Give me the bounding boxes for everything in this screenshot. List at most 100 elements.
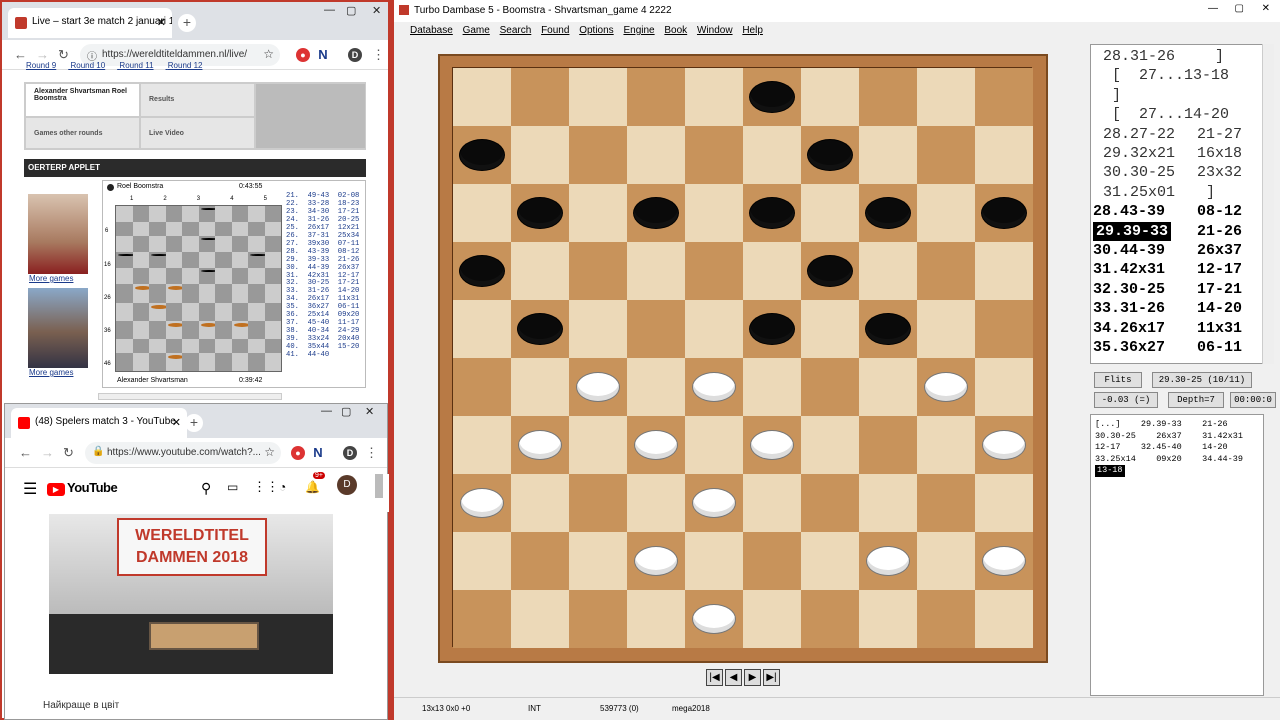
messages-icon[interactable]: ◔: [279, 480, 286, 494]
white-piece[interactable]: [460, 488, 504, 518]
video-camera-icon[interactable]: ▭: [227, 480, 238, 494]
maximize-icon[interactable]: ▢: [1235, 3, 1244, 14]
board-square[interactable]: [917, 68, 975, 126]
board-square[interactable]: [511, 590, 569, 648]
board-square[interactable]: [569, 242, 627, 300]
mini-square[interactable]: [231, 222, 248, 237]
board-square[interactable]: [569, 184, 627, 242]
mini-square[interactable]: [116, 252, 135, 269]
black-piece[interactable]: [808, 256, 852, 286]
round-link[interactable]: Round 11: [119, 61, 153, 70]
search-icon[interactable]: ⚲: [201, 480, 211, 497]
board-square[interactable]: [859, 184, 917, 242]
board-square[interactable]: [569, 532, 627, 590]
mini-square[interactable]: [215, 236, 232, 253]
mini-square[interactable]: [132, 222, 149, 237]
board-square[interactable]: [627, 184, 685, 242]
black-piece[interactable]: [460, 140, 504, 170]
menu-kebab-icon[interactable]: ⋮: [365, 445, 378, 461]
bookmark-star-icon[interactable]: ☆: [263, 47, 274, 61]
board-square[interactable]: [569, 358, 627, 416]
mini-square[interactable]: [182, 268, 199, 285]
white-piece[interactable]: [982, 546, 1026, 576]
horizontal-scrollbar[interactable]: [98, 393, 282, 400]
white-piece[interactable]: [982, 430, 1026, 460]
mini-square[interactable]: [165, 320, 184, 339]
board-square[interactable]: [453, 532, 511, 590]
board-square[interactable]: [569, 126, 627, 184]
maximize-icon[interactable]: ▢: [346, 4, 356, 17]
board-square[interactable]: [453, 300, 511, 358]
forward-icon[interactable]: →: [36, 47, 49, 62]
mini-square[interactable]: [149, 284, 166, 303]
menu-options[interactable]: Options: [579, 25, 613, 36]
mini-square[interactable]: [116, 206, 133, 223]
mini-square[interactable]: [231, 284, 248, 303]
checkers-board[interactable]: [452, 67, 1033, 648]
board-square[interactable]: [917, 126, 975, 184]
avatar[interactable]: D: [343, 446, 357, 460]
board-square[interactable]: [685, 126, 743, 184]
notation-line[interactable]: 30.30-25 23x32: [1091, 163, 1263, 182]
mini-square[interactable]: [116, 222, 133, 237]
board-square[interactable]: [511, 416, 569, 474]
mini-square[interactable]: [165, 252, 182, 269]
menu-engine[interactable]: Engine: [623, 25, 654, 36]
notation-line[interactable]: 35.36x27 06-11: [1091, 338, 1263, 357]
mini-square[interactable]: [248, 284, 265, 303]
white-piece[interactable]: [576, 372, 620, 402]
hamburger-menu-icon[interactable]: ☰: [23, 479, 37, 499]
board-square[interactable]: [627, 590, 685, 648]
mini-square[interactable]: [116, 302, 133, 321]
board-square[interactable]: [801, 184, 859, 242]
reload-icon[interactable]: ↻: [63, 445, 74, 461]
tab-games-other[interactable]: Games other rounds: [25, 117, 140, 149]
mini-square[interactable]: [198, 252, 215, 269]
mini-square[interactable]: [116, 236, 133, 253]
board-square[interactable]: [975, 358, 1033, 416]
board-square[interactable]: [801, 68, 859, 126]
mini-square[interactable]: [198, 222, 215, 237]
board-square[interactable]: [453, 68, 511, 126]
board-square[interactable]: [743, 358, 801, 416]
board-square[interactable]: [569, 300, 627, 358]
board-square[interactable]: [685, 68, 743, 126]
board-square[interactable]: [859, 68, 917, 126]
white-piece[interactable]: [634, 430, 678, 460]
board-square[interactable]: [917, 532, 975, 590]
board-square[interactable]: [511, 532, 569, 590]
notation-line[interactable]: 28.31-26 ]: [1091, 47, 1263, 66]
white-piece[interactable]: [750, 430, 794, 460]
board-square[interactable]: [917, 184, 975, 242]
mini-square[interactable]: [198, 352, 215, 371]
mini-square[interactable]: [264, 206, 281, 223]
mini-square[interactable]: [248, 338, 265, 353]
board-square[interactable]: [743, 126, 801, 184]
board-square[interactable]: [627, 474, 685, 532]
mini-square[interactable]: [264, 236, 281, 253]
close-window-icon[interactable]: ✕: [372, 4, 381, 17]
board-square[interactable]: [801, 242, 859, 300]
board-square[interactable]: [859, 532, 917, 590]
flits-button[interactable]: Flits: [1094, 372, 1142, 388]
board-square[interactable]: [743, 416, 801, 474]
next-move-button[interactable]: ▶: [744, 669, 761, 686]
minimize-icon[interactable]: —: [324, 4, 335, 16]
board-square[interactable]: [685, 416, 743, 474]
board-square[interactable]: [453, 184, 511, 242]
back-icon[interactable]: ←: [14, 47, 27, 62]
board-square[interactable]: [917, 474, 975, 532]
youtube-logo-icon[interactable]: ▶: [47, 483, 65, 496]
mini-square[interactable]: [182, 236, 199, 253]
mini-square[interactable]: [264, 252, 281, 269]
board-square[interactable]: [511, 358, 569, 416]
board-square[interactable]: [685, 184, 743, 242]
board-square[interactable]: [569, 68, 627, 126]
board-square[interactable]: [453, 126, 511, 184]
menu-search[interactable]: Search: [500, 25, 532, 36]
close-window-icon[interactable]: ✕: [1262, 3, 1270, 14]
board-square[interactable]: [627, 242, 685, 300]
board-square[interactable]: [685, 532, 743, 590]
round-link[interactable]: Round 12: [168, 61, 203, 70]
mini-square[interactable]: [165, 206, 182, 223]
